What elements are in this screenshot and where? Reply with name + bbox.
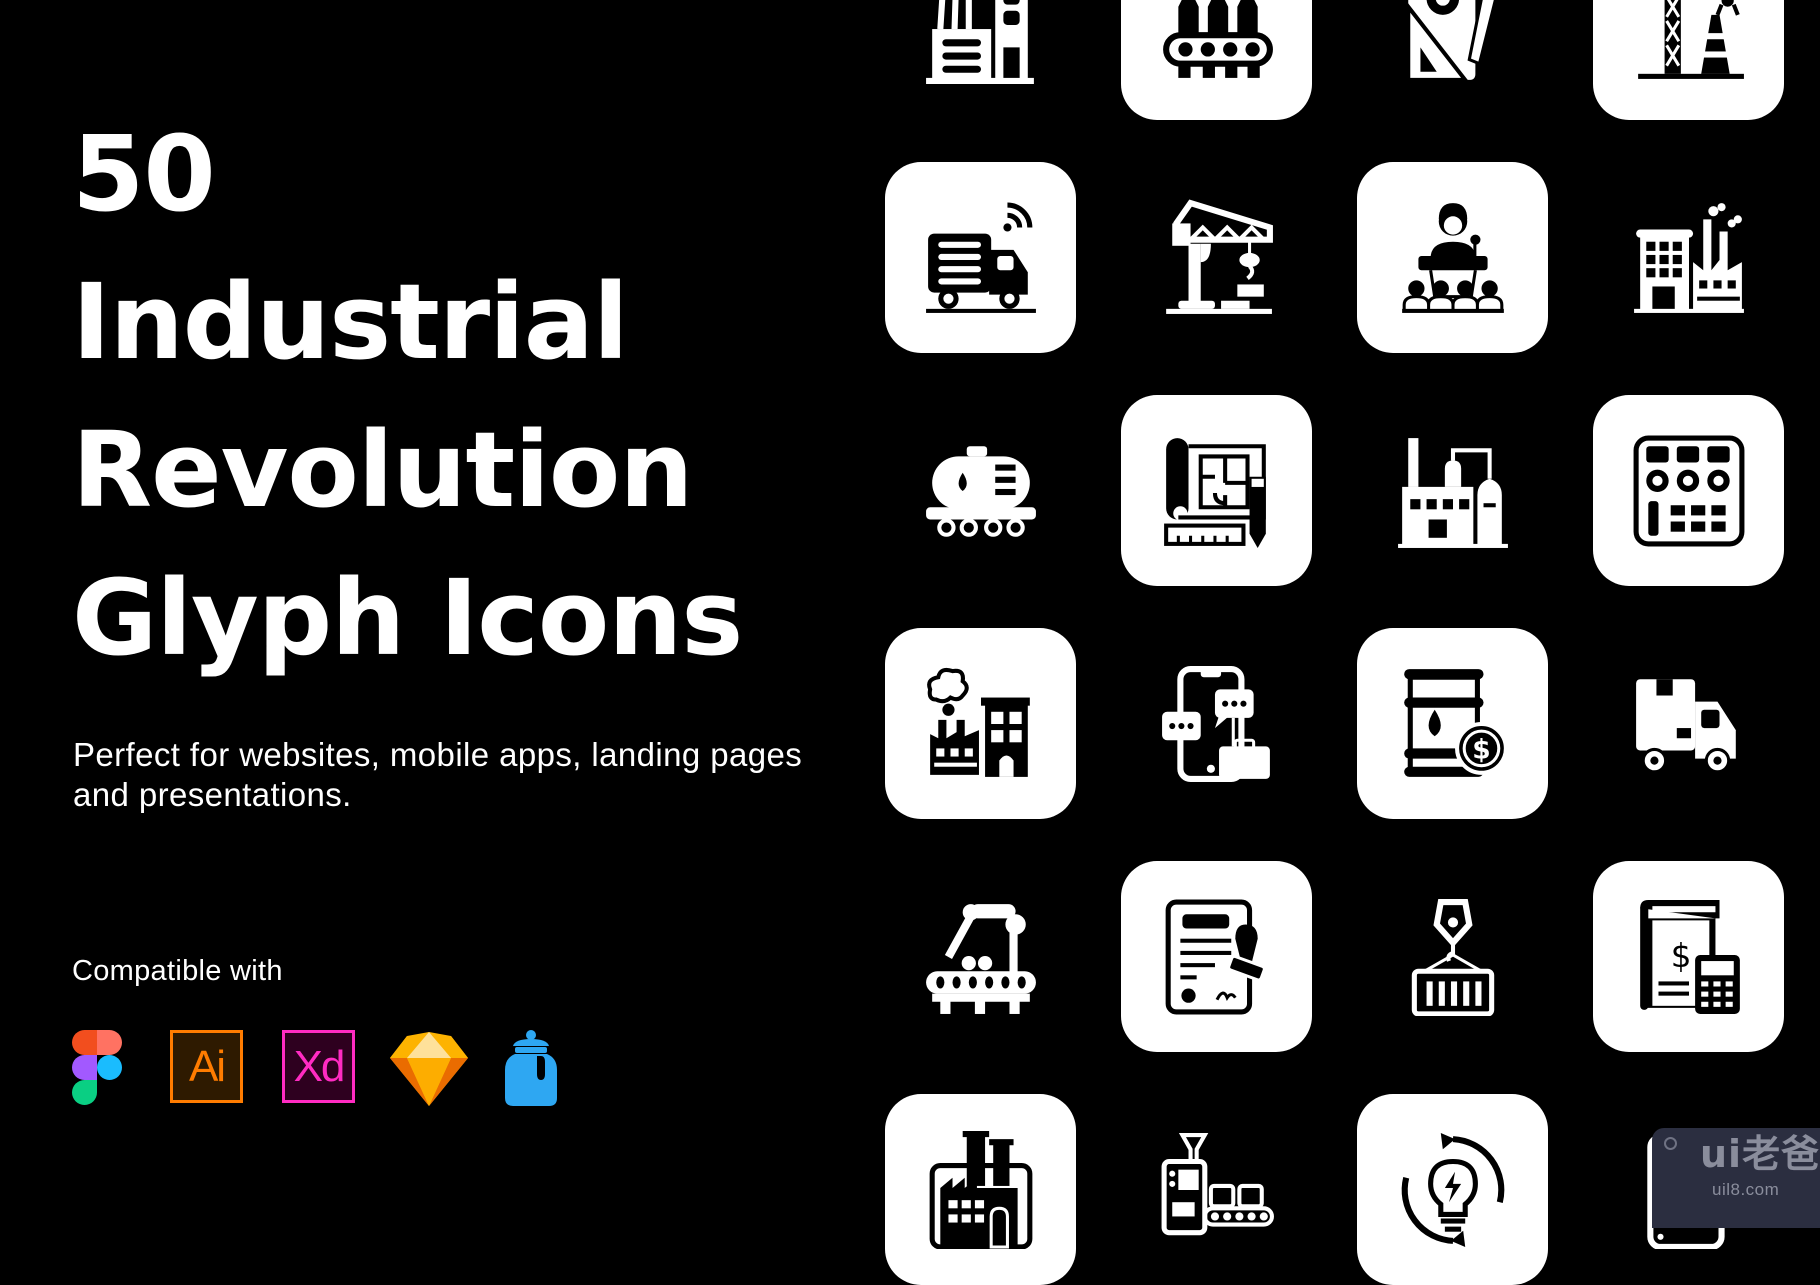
speaker-podium-icon xyxy=(1401,202,1504,313)
tower-crane-icon xyxy=(1165,198,1273,314)
icon-tile-speaker-podium xyxy=(1357,162,1548,353)
icon-grid: $ $ xyxy=(0,0,1820,1285)
icon-tile-production-line xyxy=(1121,1094,1312,1285)
chemical-plant-icon xyxy=(1397,437,1508,548)
crane-container-icon xyxy=(1411,898,1494,1016)
smart-delivery-truck-icon xyxy=(925,202,1036,313)
icon-tile-control-panel xyxy=(1593,395,1784,586)
icon-tile-mobile-business-chat xyxy=(1121,628,1312,819)
bottling-conveyor-icon xyxy=(1162,0,1273,78)
oil-tank-wagon-icon xyxy=(925,445,1036,537)
icon-tile-blueprint xyxy=(1121,395,1312,586)
robotic-arm-conveyor-icon xyxy=(925,903,1036,1014)
construction-crane-cone-icon xyxy=(1637,0,1744,79)
factory-building-icon xyxy=(925,0,1034,84)
icon-tile-industrial-building xyxy=(1593,162,1784,353)
factory-icon xyxy=(929,1130,1032,1249)
icon-tile-oil-barrel-price: $ xyxy=(1357,628,1548,819)
icon-tile-bottling-conveyor xyxy=(1121,0,1312,120)
icon-tile-idea-energy-cycle xyxy=(1357,1094,1548,1285)
icon-tile-tower-crane xyxy=(1121,162,1312,353)
icon-tile-finance-book-calculator: $ xyxy=(1593,861,1784,1052)
blueprint-icon xyxy=(1163,437,1266,548)
control-panel-icon xyxy=(1633,435,1744,546)
oil-barrel-price-icon: $ xyxy=(1403,668,1508,777)
icon-tile-certificate-stamp xyxy=(1121,861,1312,1052)
design-tools-icon xyxy=(1405,0,1497,82)
icon-tile-design-tools xyxy=(1357,0,1548,120)
icon-tile-delivery-van xyxy=(1593,628,1784,819)
production-line-icon xyxy=(1161,1132,1274,1235)
svg-text:$: $ xyxy=(1472,734,1490,765)
watermark-dot-icon xyxy=(1664,1137,1677,1150)
delivery-van-icon xyxy=(1635,678,1736,773)
icon-tile-robotic-arm-conveyor xyxy=(885,861,1076,1052)
svg-text:$: $ xyxy=(1670,937,1691,975)
icon-tile-factory xyxy=(885,1094,1076,1285)
icon-tile-chemical-plant xyxy=(1357,395,1548,586)
icon-tile-crane-container xyxy=(1357,861,1548,1052)
watermark-url: uil8.com xyxy=(1712,1180,1780,1199)
factory-pollution-icon xyxy=(926,667,1030,777)
watermark: ui老爸 uil8.com xyxy=(1652,1128,1820,1228)
icon-tile-oil-tank-wagon xyxy=(885,395,1076,586)
idea-energy-cycle-icon xyxy=(1401,1132,1504,1247)
certificate-stamp-icon xyxy=(1165,899,1266,1014)
finance-book-calculator-icon: $ xyxy=(1639,899,1740,1014)
industrial-building-icon xyxy=(1633,202,1744,313)
icon-tile-factory-pollution xyxy=(885,628,1076,819)
mobile-business-chat-icon xyxy=(1161,665,1270,782)
watermark-brand: ui老爸 xyxy=(1700,1132,1820,1176)
icon-tile-construction-crane-cone xyxy=(1593,0,1784,120)
icon-tile-smart-delivery-truck xyxy=(885,162,1076,353)
icon-tile-factory-building xyxy=(885,0,1076,120)
